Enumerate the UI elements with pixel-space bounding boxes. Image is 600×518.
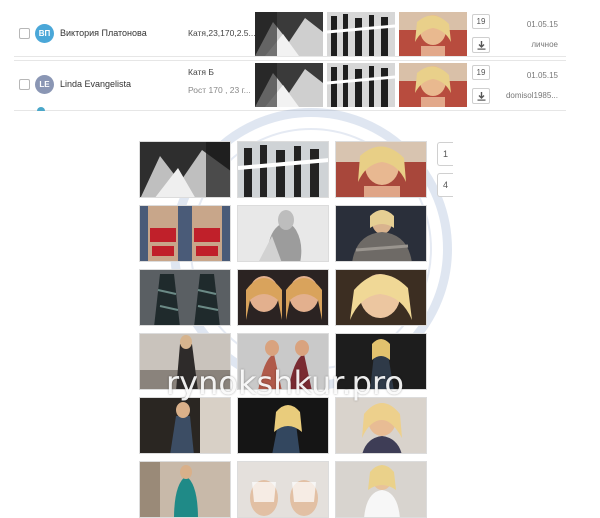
table-row[interactable]: LE Linda Evangelista Катя Б Рост 170 , 2… bbox=[14, 56, 566, 111]
info-text: Катя,23,170,2.5... bbox=[188, 28, 256, 38]
info-text-secondary: Рост 170 , 23 г... bbox=[188, 85, 251, 95]
table-row[interactable]: ВП Виктория Платонова Катя,23,170,2.5...… bbox=[14, 6, 566, 61]
gallery-photo[interactable] bbox=[139, 205, 231, 262]
photo-count-badge[interactable]: 19 bbox=[472, 14, 490, 29]
photo-count-badge[interactable]: 19 bbox=[472, 65, 490, 80]
download-icon bbox=[477, 92, 486, 101]
download-icon bbox=[477, 41, 486, 50]
photo-thumbnail[interactable] bbox=[399, 12, 467, 56]
gallery-photo[interactable] bbox=[139, 333, 231, 390]
avatar: LE bbox=[35, 75, 54, 94]
photo-count-badge[interactable]: 1 bbox=[437, 142, 453, 166]
gallery-photo[interactable] bbox=[335, 397, 427, 454]
note-text: личное bbox=[531, 40, 558, 49]
gallery-photo[interactable] bbox=[335, 269, 427, 326]
avatar-partial bbox=[37, 107, 45, 111]
download-button[interactable] bbox=[472, 37, 490, 53]
row-checkbox[interactable] bbox=[19, 28, 30, 39]
photo-thumbnail[interactable] bbox=[327, 63, 395, 107]
gallery-photo[interactable] bbox=[335, 141, 427, 198]
gallery-photo[interactable] bbox=[139, 269, 231, 326]
gallery-photo[interactable] bbox=[139, 461, 231, 518]
avatar: ВП bbox=[35, 24, 54, 43]
date-text: 01.05.15 bbox=[526, 20, 558, 29]
gallery-photo[interactable] bbox=[237, 333, 329, 390]
photo-thumbnail[interactable] bbox=[255, 63, 323, 107]
gallery-photo[interactable] bbox=[237, 141, 329, 198]
user-name[interactable]: Linda Evangelista bbox=[60, 79, 131, 89]
gallery-photo[interactable] bbox=[139, 397, 231, 454]
photo-gallery bbox=[139, 141, 430, 518]
photo-thumbnail[interactable] bbox=[399, 63, 467, 107]
user-name[interactable]: Виктория Платонова bbox=[60, 28, 147, 38]
gallery-photo[interactable] bbox=[335, 333, 427, 390]
note-text: domisol1985... bbox=[505, 91, 558, 100]
submissions-table: ВП Виктория Платонова Катя,23,170,2.5...… bbox=[0, 0, 600, 112]
row-checkbox[interactable] bbox=[19, 79, 30, 90]
download-button[interactable]: 4 bbox=[437, 173, 453, 197]
info-text: Катя Б bbox=[188, 67, 214, 77]
date-text: 01.05.15 bbox=[526, 71, 558, 80]
gallery-photo[interactable] bbox=[237, 397, 329, 454]
gallery-photo[interactable] bbox=[139, 141, 231, 198]
gallery-photo[interactable] bbox=[335, 205, 427, 262]
photo-thumbnail[interactable] bbox=[255, 12, 323, 56]
gallery-photo[interactable] bbox=[237, 269, 329, 326]
gallery-photo[interactable] bbox=[237, 205, 329, 262]
gallery-photo[interactable] bbox=[335, 461, 427, 518]
photo-thumbnail[interactable] bbox=[327, 12, 395, 56]
download-button[interactable] bbox=[472, 88, 490, 104]
gallery-photo[interactable] bbox=[237, 461, 329, 518]
